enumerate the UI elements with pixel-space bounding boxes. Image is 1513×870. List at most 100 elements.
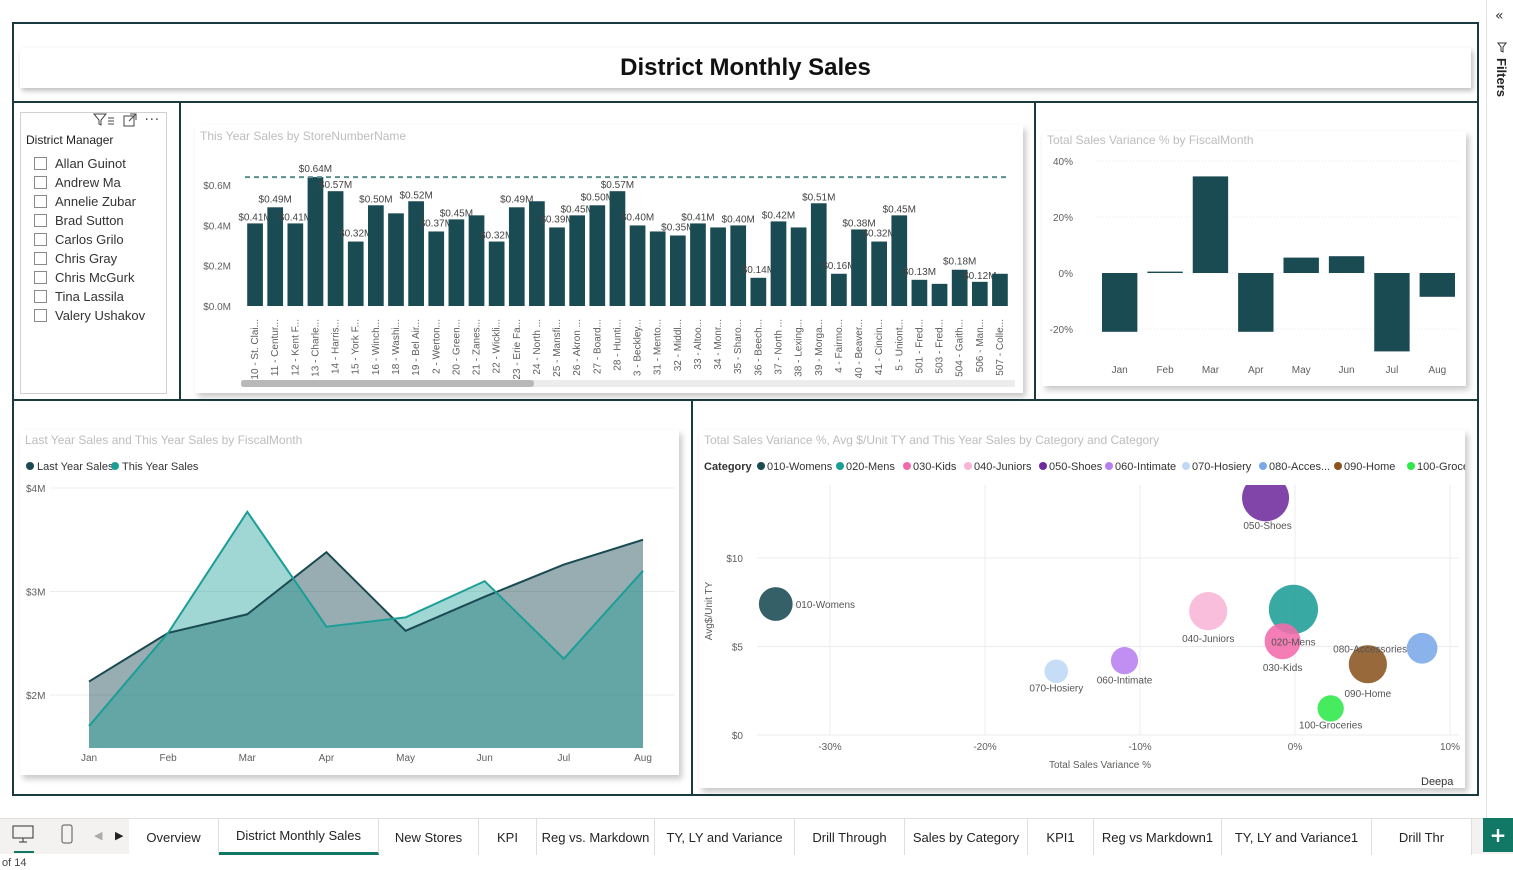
tab-page[interactable]: New Stores	[379, 819, 479, 855]
variance-card[interactable]: Total Sales Variance % by FiscalMonth 40…	[1042, 131, 1466, 386]
slicer-checkbox[interactable]	[34, 289, 47, 303]
x-tick-label: 0%	[1288, 742, 1303, 753]
x-tick-label: -30%	[818, 742, 841, 753]
prev-page-icon[interactable]: ◀	[94, 829, 102, 842]
x-tick-label: 16 - Winch...	[371, 319, 382, 375]
slicer-item[interactable]: Brad Sutton	[34, 211, 124, 229]
desktop-view-icon[interactable]	[12, 825, 34, 847]
next-page-icon[interactable]: ▶	[115, 829, 123, 842]
y-tick-label: -20%	[1050, 325, 1073, 336]
tab-page[interactable]: Reg vs Markdown1	[1094, 819, 1222, 855]
slicer-checkbox[interactable]	[34, 194, 47, 208]
x-tick-label: 36 - Beech...	[753, 319, 764, 376]
bubble-label: 050-Shoes	[1243, 521, 1291, 532]
y-tick-label: $0.4M	[203, 221, 231, 232]
x-tick-label: 507 - Colle...	[995, 319, 1006, 376]
district-manager-slicer[interactable]: ··· District Manager Allan Guinot Andrew …	[20, 112, 167, 394]
bar	[1374, 273, 1410, 352]
y-axis-title: Avg$/Unit TY	[704, 581, 715, 640]
filter-icon[interactable]	[92, 113, 115, 131]
x-tick-label: Jan	[1112, 365, 1128, 376]
tab-page[interactable]: Reg vs. Markdown	[537, 819, 655, 855]
scatter-card[interactable]: Total Sales Variance %, Avg $/Unit TY an…	[699, 430, 1465, 788]
slicer-item[interactable]: Allan Guinot	[34, 154, 126, 172]
bar	[1328, 256, 1365, 273]
more-options-icon[interactable]: ···	[145, 113, 160, 131]
bubble-label: 020-Mens	[1271, 637, 1315, 648]
bubble-label: 060-Intimate	[1097, 676, 1153, 687]
data-label: $0.49M	[500, 194, 533, 205]
y-tick-label: 20%	[1053, 213, 1073, 224]
legend-title: Category	[704, 461, 753, 473]
slicer-checkbox[interactable]	[34, 270, 47, 284]
bubble	[758, 587, 793, 621]
bar	[368, 205, 384, 306]
slicer-checkbox[interactable]	[34, 156, 47, 170]
x-tick-label: 37 - North ...	[773, 319, 784, 375]
x-tick-label: 41 - Cincin...	[874, 319, 885, 375]
slicer-checkbox[interactable]	[34, 175, 47, 189]
legend-marker	[111, 462, 119, 470]
slicer-title: District Manager	[26, 133, 114, 147]
slicer-item[interactable]: Valery Ushakov	[34, 306, 145, 324]
legend-label: 100-Groce...	[1417, 461, 1465, 473]
page-title: District Monthly Sales	[620, 54, 871, 81]
report-canvas: District Monthly Sales ··· District Mana…	[0, 0, 1513, 870]
slicer-checkbox[interactable]	[34, 213, 47, 227]
tab-page[interactable]: KPI	[479, 819, 537, 855]
tab-page[interactable]: District Monthly Sales	[219, 819, 379, 855]
bar	[629, 225, 646, 306]
data-label: $0.32M	[339, 229, 372, 240]
filters-pane[interactable]: «	[1486, 0, 1513, 818]
bar	[307, 177, 324, 306]
collapse-icon[interactable]: «	[1495, 8, 1504, 24]
bar	[1419, 273, 1456, 297]
slicer-item[interactable]: Chris Gray	[34, 249, 117, 267]
tab-page[interactable]: TY, LY and Variance	[655, 819, 795, 855]
add-page-button[interactable]: +	[1483, 818, 1513, 852]
x-tick-label: 15 - York F...	[351, 319, 362, 375]
slicer-item[interactable]: Andrew Ma	[34, 173, 121, 191]
slicer-checkbox[interactable]	[34, 232, 47, 246]
variance-chart: 40% 20% 0% -20% Jan Feb Mar Apr May Jun Jul Aug	[1050, 157, 1460, 376]
tab-page[interactable]: Sales by Category	[905, 819, 1028, 855]
slicer-checkbox[interactable]	[34, 308, 47, 322]
slicer-checkbox[interactable]	[34, 251, 47, 265]
tab-page[interactable]: Drill Thr	[1372, 819, 1472, 855]
x-tick-label: 34 - Monr...	[713, 319, 724, 370]
x-tick-label: 27 - Board...	[592, 319, 603, 374]
bar	[428, 231, 445, 306]
data-label: $0.51M	[802, 192, 835, 203]
tab-page[interactable]: KPI1	[1028, 819, 1094, 855]
x-tick-label: Aug	[1428, 365, 1446, 376]
mobile-view-icon[interactable]	[60, 824, 74, 848]
legend-label: 090-Home	[1344, 461, 1395, 473]
tab-page[interactable]: Overview	[129, 819, 219, 855]
tab-page[interactable]: Drill Through	[795, 819, 905, 855]
title-card: District Monthly Sales	[20, 48, 1471, 88]
y-tick-label: $2M	[26, 691, 45, 702]
bar	[468, 215, 485, 306]
x-tick-label: Jul	[557, 753, 570, 764]
filters-label[interactable]: Filters	[1494, 58, 1509, 97]
slicer-item-label: Brad Sutton	[55, 212, 124, 228]
bar	[770, 221, 787, 306]
slicer-item[interactable]: Chris McGurk	[34, 268, 134, 286]
area-card[interactable]: Last Year Sales and This Year Sales by F…	[20, 430, 679, 775]
x-tick-label: 35 - Sharo...	[733, 319, 744, 374]
slicer-item-label: Carlos Grilo	[55, 231, 124, 247]
divider-variance	[1034, 101, 1036, 401]
focus-mode-icon[interactable]	[123, 113, 137, 131]
slicer-item[interactable]: Tina Lassila	[34, 287, 124, 305]
x-tick-label: 12 - Kent F...	[290, 319, 301, 376]
x-tick-label: 14 - Harris...	[331, 319, 342, 374]
slicer-item[interactable]: Carlos Grilo	[34, 230, 124, 248]
slicer-item-label: Annelie Zubar	[55, 193, 136, 209]
slicer-item[interactable]: Annelie Zubar	[34, 192, 136, 210]
data-label: $0.12M	[963, 271, 996, 282]
legend-label: 060-Intimate	[1115, 461, 1176, 473]
legend-label: Last Year Sales	[37, 461, 114, 473]
tab-page[interactable]: TY, LY and Variance1	[1222, 819, 1372, 855]
store-sales-card[interactable]: This Year Sales by StoreNumberName $0.0M…	[195, 125, 1023, 393]
x-tick-label: 503 - Fred...	[935, 319, 946, 373]
